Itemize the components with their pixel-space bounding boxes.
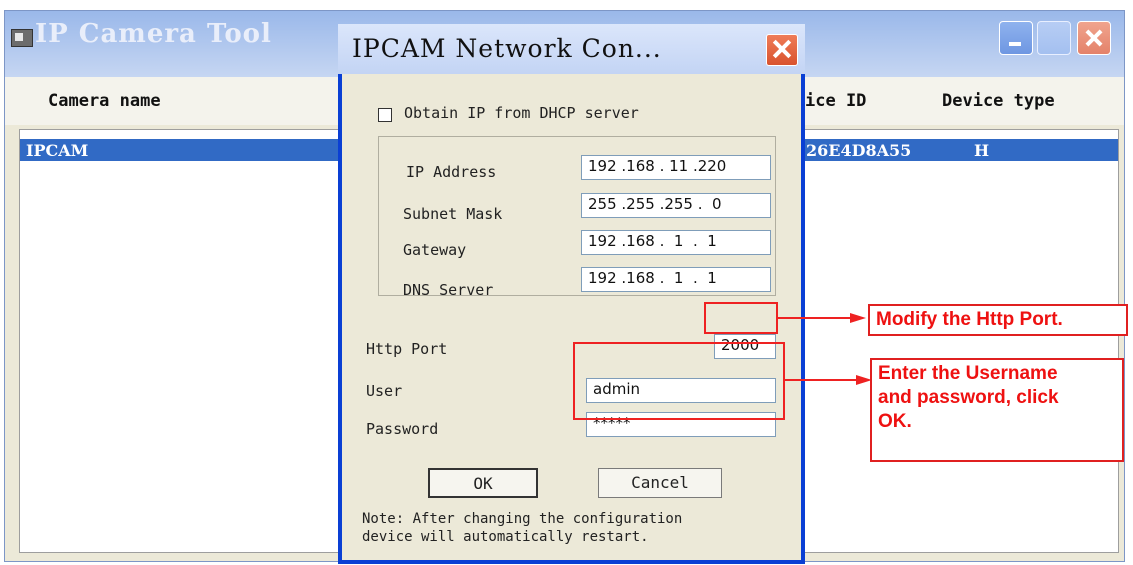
- http-port-arrow-head: [850, 313, 866, 323]
- credentials-callout-line-1: Enter the Username: [878, 363, 1058, 384]
- credentials-callout: Enter the Username and password, click O…: [870, 358, 1124, 462]
- http-port-callout: Modify the Http Port.: [868, 304, 1128, 336]
- credentials-callout-line-2: and password, click: [878, 387, 1059, 408]
- credentials-callout-line-3: OK.: [878, 411, 912, 432]
- annotation-arrows: [778, 313, 872, 385]
